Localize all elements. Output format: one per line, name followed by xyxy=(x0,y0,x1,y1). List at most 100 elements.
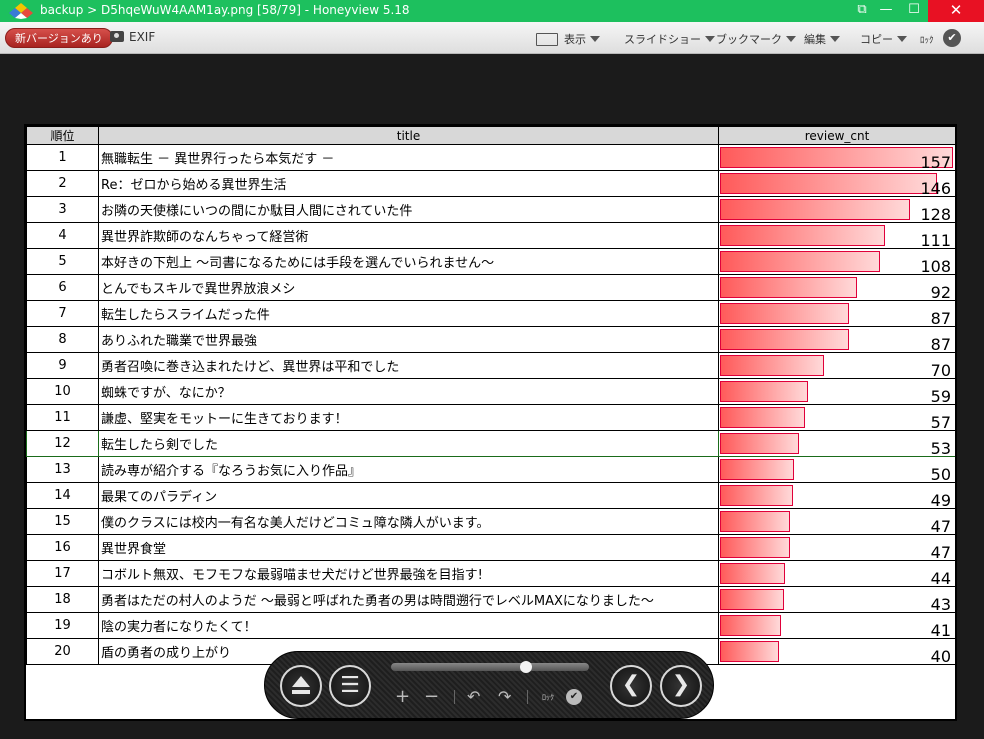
exif-button[interactable]: EXIF xyxy=(110,30,155,44)
table-row: 9 勇者召喚に巻き込まれたけど、異世界は平和でした 70 xyxy=(26,352,955,379)
lock-check-icon[interactable]: ✔ xyxy=(943,29,961,47)
table-row: 12 転生したら剣でした 53 xyxy=(26,430,955,457)
table-row: 16 異世界食堂 47 xyxy=(26,534,955,561)
edit-label: 編集 xyxy=(804,33,826,46)
column-header-rank: 順位 xyxy=(26,126,99,145)
title-cell: コボルト無双、モフモフな最弱喵ませ犬だけど世界最強を目指す! xyxy=(98,560,719,587)
title-cell: Re：ゼロから始める異世界生活 xyxy=(98,170,719,197)
lock-label: ﾛｯｸ xyxy=(542,693,554,702)
lock-check-icon[interactable]: ✔ xyxy=(566,689,582,705)
review-cnt-value: 87 xyxy=(930,309,951,327)
copy-menu[interactable]: コピー xyxy=(860,31,907,47)
review-cnt-value: 87 xyxy=(930,335,951,353)
rank-cell: 10 xyxy=(26,378,99,405)
camera-icon xyxy=(110,31,124,42)
rank-cell: 16 xyxy=(26,534,99,561)
table-row: 7 転生したらスライムだった件 87 xyxy=(26,300,955,327)
previous-image-button[interactable]: ❮ xyxy=(610,665,652,707)
rotate-left-button[interactable]: ↶ xyxy=(467,688,480,706)
column-header-title: title xyxy=(98,126,719,145)
review-cnt-value: 49 xyxy=(930,491,951,509)
table-row: 2 Re：ゼロから始める異世界生活 146 xyxy=(26,170,955,197)
bookmark-menu[interactable]: ブックマーク xyxy=(716,31,796,47)
rank-cell: 4 xyxy=(26,222,99,249)
review-cnt-cell: 87 xyxy=(718,300,955,327)
open-file-button[interactable] xyxy=(280,665,322,707)
zoom-in-button[interactable]: + xyxy=(395,688,410,706)
display-label: 表示 xyxy=(564,33,586,46)
edit-menu[interactable]: 編集 xyxy=(804,31,840,47)
title-cell: 最果てのパラディン xyxy=(98,482,719,509)
review-cnt-cell: 128 xyxy=(718,196,955,223)
review-cnt-cell: 70 xyxy=(718,352,955,379)
table-row: 3 お隣の天使様にいつの間にか駄目人間にされていた件 128 xyxy=(26,196,955,223)
review-cnt-cell: 53 xyxy=(718,430,955,457)
next-image-button[interactable]: ❯ xyxy=(660,665,702,707)
review-cnt-bar xyxy=(720,511,790,532)
review-cnt-value: 128 xyxy=(920,205,951,223)
review-cnt-cell: 87 xyxy=(718,326,955,353)
review-cnt-cell: 50 xyxy=(718,456,955,483)
slideshow-menu[interactable]: スライドショー xyxy=(624,31,715,47)
rank-cell: 5 xyxy=(26,248,99,275)
review-cnt-value: 43 xyxy=(930,595,951,613)
review-cnt-bar xyxy=(720,615,781,636)
review-cnt-value: 111 xyxy=(920,231,951,249)
review-cnt-bar xyxy=(720,641,779,662)
chevron-down-icon xyxy=(705,36,715,42)
review-cnt-value: 57 xyxy=(930,413,951,431)
review-cnt-cell: 92 xyxy=(718,274,955,301)
monitor-icon xyxy=(536,33,558,46)
review-cnt-value: 108 xyxy=(920,257,951,275)
review-cnt-bar xyxy=(720,329,849,350)
zoom-out-button[interactable]: − xyxy=(424,688,439,706)
slideshow-label: スライドショー xyxy=(624,33,701,46)
review-cnt-cell: 47 xyxy=(718,534,955,561)
title-cell: 本好きの下剋上 ～司書になるためには手段を選んでいられません～ xyxy=(98,248,719,275)
rotate-right-button[interactable]: ↷ xyxy=(498,688,511,706)
review-cnt-cell: 108 xyxy=(718,248,955,275)
rank-cell: 13 xyxy=(26,456,99,483)
review-cnt-cell: 41 xyxy=(718,612,955,639)
rank-cell: 8 xyxy=(26,326,99,353)
rank-cell: 19 xyxy=(26,612,99,639)
review-cnt-cell: 43 xyxy=(718,586,955,613)
title-cell: 勇者召喚に巻き込まれたけど、異世界は平和でした xyxy=(98,352,719,379)
rank-cell: 20 xyxy=(26,638,99,665)
review-cnt-cell: 59 xyxy=(718,378,955,405)
review-cnt-value: 70 xyxy=(930,361,951,379)
divider xyxy=(454,690,455,704)
table-row: 13 読み専が紹介する『なろうお気に入り作品』 50 xyxy=(26,456,955,483)
minimize-button[interactable]: — xyxy=(872,0,900,22)
title-cell: とんでもスキルで異世界放浪メシ xyxy=(98,274,719,301)
rank-cell: 14 xyxy=(26,482,99,509)
copy-label: コピー xyxy=(860,33,893,46)
review-cnt-bar xyxy=(720,563,785,584)
table-row: 11 謙虚、堅実をモットーに生きております！ 57 xyxy=(26,404,955,431)
menu-button[interactable]: ☰ xyxy=(329,665,371,707)
rank-cell: 18 xyxy=(26,586,99,613)
title-cell: 陰の実力者になりたくて！ xyxy=(98,612,719,639)
new-version-button[interactable]: 新バージョンあり xyxy=(5,28,113,48)
table-row: 4 異世界詐欺師のなんちゃって経営術 111 xyxy=(26,222,955,249)
rank-cell: 17 xyxy=(26,560,99,587)
table-row: 6 とんでもスキルで異世界放浪メシ 92 xyxy=(26,274,955,301)
review-cnt-bar xyxy=(720,459,794,480)
title-cell: 蜘蛛ですが、なにか？ xyxy=(98,378,719,405)
review-cnt-bar xyxy=(720,251,880,272)
maximize-button[interactable]: ☐ xyxy=(900,0,928,22)
review-cnt-cell: 146 xyxy=(718,170,955,197)
rank-cell: 15 xyxy=(26,508,99,535)
chevron-down-icon xyxy=(830,36,840,42)
review-cnt-bar xyxy=(720,407,805,428)
slider-thumb[interactable] xyxy=(519,661,532,673)
toolbar: 新バージョンあり EXIF 表示 スライドショー ブックマーク 編集 コピー ﾛ… xyxy=(0,22,984,54)
playback-control-bar: ☰ + − ↶ ↷ ﾛｯｸ ✔ ❮ ❯ xyxy=(264,651,714,719)
display-menu[interactable]: 表示 xyxy=(536,31,600,47)
bookmark-label: ブックマーク xyxy=(716,33,782,46)
review-cnt-cell: 44 xyxy=(718,560,955,587)
table-row: 17 コボルト無双、モフモフな最弱喵ませ犬だけど世界最強を目指す! 44 xyxy=(26,560,955,587)
review-cnt-bar xyxy=(720,485,793,506)
close-button[interactable]: ✕ xyxy=(928,0,984,22)
image-position-slider[interactable] xyxy=(391,663,589,671)
